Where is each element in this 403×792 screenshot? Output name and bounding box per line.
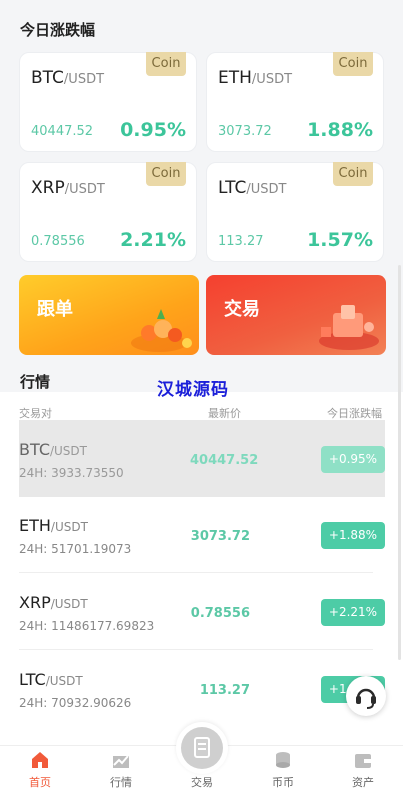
- row-quote: /USDT: [45, 674, 83, 688]
- market-row-ltc[interactable]: LTC/USDT 24H: 70932.90626 113.27 +1.57%: [0, 650, 403, 727]
- tab-market[interactable]: 行情: [81, 746, 161, 792]
- card-price: 40447.52: [31, 124, 94, 139]
- card-base: BTC: [31, 68, 64, 88]
- card-price: 113.27: [218, 234, 264, 249]
- coin-tag: Coin: [146, 162, 186, 186]
- card-base: ETH: [218, 68, 252, 88]
- row-change-badge: +0.95%: [321, 446, 385, 473]
- trade-label: 交易: [224, 299, 260, 320]
- column-change: 今日涨跌幅: [327, 407, 382, 420]
- row-last-price: 113.27: [199, 683, 250, 698]
- tab-coins[interactable]: 币币: [243, 746, 323, 792]
- row-volume: 24H: 51701.19073: [19, 542, 132, 556]
- fruit-basket-illustration: [131, 309, 192, 352]
- row-last-price: 0.78556: [190, 606, 250, 621]
- market-title: 行情: [20, 373, 51, 391]
- tab-label: 首页: [29, 776, 51, 789]
- card-change: 1.57%: [307, 229, 373, 251]
- card-change: 1.88%: [307, 119, 373, 141]
- headset-icon: [356, 688, 376, 709]
- row-volume: 24H: 11486177.69823: [19, 619, 155, 633]
- trade-banner[interactable]: 交易: [206, 275, 386, 355]
- row-base: XRP: [19, 593, 51, 612]
- coin-tag: Coin: [146, 52, 186, 76]
- today-change-title: 今日涨跌幅: [20, 21, 96, 39]
- coin-tag: Coin: [333, 162, 373, 186]
- home-icon: [32, 752, 48, 768]
- copy-trade-label: 跟单: [37, 299, 73, 320]
- card-price: 3073.72: [218, 124, 272, 139]
- row-quote: /USDT: [49, 444, 87, 458]
- row-last-price: 40447.52: [190, 453, 259, 468]
- chart-icon: [113, 755, 129, 768]
- row-base: LTC: [19, 670, 46, 689]
- market-row-eth[interactable]: ETH/USDT 24H: 51701.19073 3073.72 +1.88%: [0, 496, 403, 573]
- ticker-card-eth[interactable]: ETH/USDT 3073.72 1.88% Coin: [206, 52, 384, 152]
- tab-home[interactable]: 首页: [0, 746, 80, 792]
- tab-label: 币币: [272, 776, 294, 789]
- trade-icon: [194, 737, 210, 758]
- row-change-badge: +1.88%: [321, 522, 385, 549]
- copy-trade-banner[interactable]: 跟单: [19, 275, 199, 355]
- row-volume: 24H: 70932.90626: [19, 696, 132, 710]
- column-last-price: 最新价: [208, 407, 241, 420]
- row-volume: 24H: 3933.73550: [19, 466, 124, 480]
- customer-support-button[interactable]: [346, 676, 386, 716]
- tab-label: 行情: [110, 776, 132, 789]
- coin-tag: Coin: [333, 52, 373, 76]
- tab-assets[interactable]: 资产: [323, 746, 403, 792]
- ticker-card-ltc[interactable]: LTC/USDT 113.27 1.57% Coin: [206, 162, 384, 262]
- watermark-text: 汉城源码: [157, 380, 229, 400]
- market-row-btc[interactable]: BTC/USDT 24H: 3933.73550 40447.52 +0.95%: [19, 420, 385, 497]
- row-quote: /USDT: [50, 597, 88, 611]
- row-last-price: 3073.72: [190, 529, 250, 544]
- card-price: 0.78556: [31, 234, 85, 249]
- tab-label: 资产: [352, 776, 374, 789]
- row-base: BTC: [19, 440, 50, 459]
- card-base: XRP: [31, 178, 65, 198]
- card-quote: /USDT: [63, 72, 105, 87]
- card-quote: /USDT: [251, 72, 293, 87]
- ticker-card-btc[interactable]: BTC/USDT 40447.52 0.95% Coin: [19, 52, 197, 152]
- wallet-icon: [355, 754, 371, 768]
- center-trade-button[interactable]: [176, 722, 228, 774]
- card-base: LTC: [218, 178, 247, 198]
- card-change: 2.21%: [120, 229, 186, 251]
- trade-illustration: [319, 305, 379, 350]
- scrollbar[interactable]: [398, 265, 401, 660]
- row-base: ETH: [19, 516, 51, 535]
- coins-icon: [276, 752, 290, 768]
- card-quote: /USDT: [64, 182, 105, 197]
- ticker-card-xrp[interactable]: XRP/USDT 0.78556 2.21% Coin: [19, 162, 197, 262]
- tab-label: 交易: [191, 776, 213, 789]
- column-pair: 交易对: [19, 407, 52, 420]
- card-change: 0.95%: [120, 119, 186, 141]
- market-row-xrp[interactable]: XRP/USDT 24H: 11486177.69823 0.78556 +2.…: [0, 573, 403, 650]
- card-quote: /USDT: [246, 182, 287, 197]
- row-change-badge: +2.21%: [321, 599, 385, 626]
- row-quote: /USDT: [50, 520, 88, 534]
